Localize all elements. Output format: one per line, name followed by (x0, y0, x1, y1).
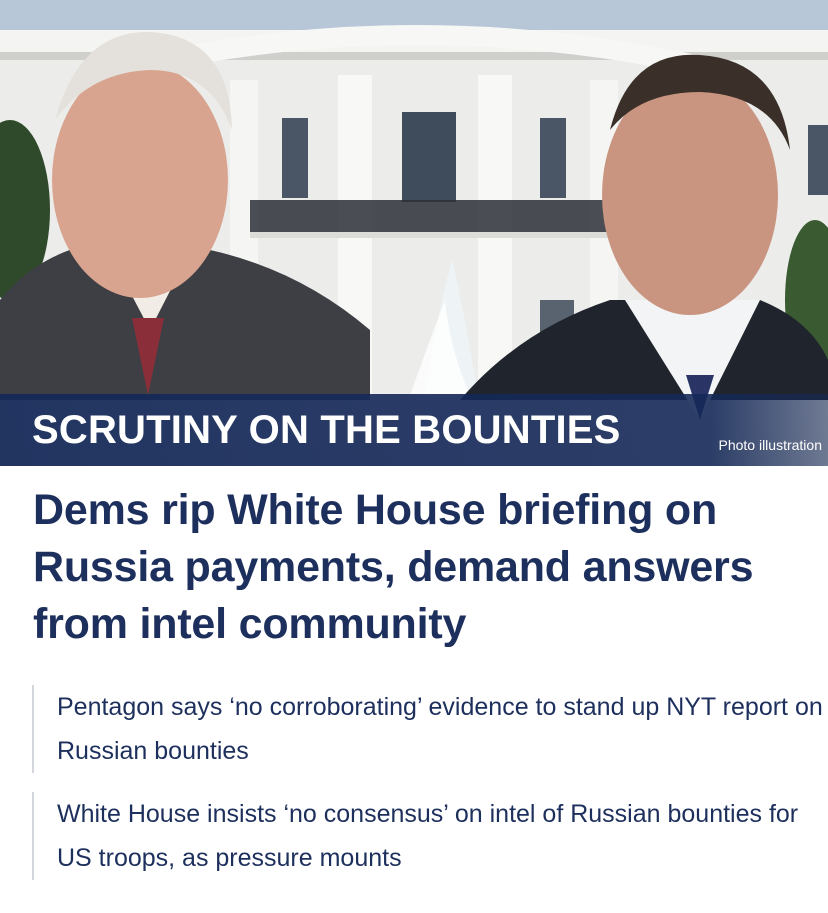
article-headline[interactable]: Dems rip White House briefing on Russia … (33, 482, 813, 653)
photo-credit: Photo illustration (718, 437, 822, 453)
hero-image[interactable]: SCRUTINY ON THE BOUNTIES Photo illustrat… (0, 0, 828, 466)
related-link[interactable]: White House insists ‘no consensus’ on in… (32, 792, 827, 880)
banner-title: SCRUTINY ON THE BOUNTIES (32, 408, 621, 452)
related-link[interactable]: Pentagon says ‘no corroborating’ evidenc… (32, 685, 827, 773)
